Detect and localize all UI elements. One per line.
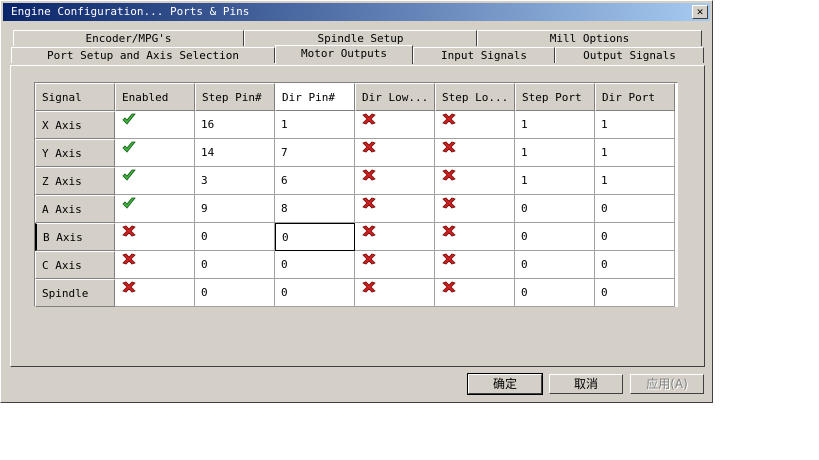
title-bar[interactable]: Engine Configuration... Ports & Pins ✕ (3, 3, 710, 21)
row-header-c-axis[interactable]: C Axis (35, 251, 115, 279)
grid-cell-step-port[interactable]: 0 (515, 223, 595, 251)
row-header-a-axis[interactable]: A Axis (35, 195, 115, 223)
cross-icon[interactable] (355, 111, 435, 139)
tab-encoder-mpgs[interactable]: Encoder/MPG's (13, 30, 244, 46)
grid-cell-step-port[interactable]: 1 (515, 111, 595, 139)
grid-cell-dir-pin[interactable]: 0 (275, 223, 355, 251)
tab-mill-options[interactable]: Mill Options (477, 30, 702, 46)
cross-icon[interactable] (435, 223, 515, 251)
grid-cell-dir-port[interactable]: 0 (595, 195, 675, 223)
cross-icon[interactable] (355, 251, 435, 279)
row-header-y-axis[interactable]: Y Axis (35, 139, 115, 167)
row-header-b-axis[interactable]: B Axis (35, 223, 115, 251)
grid-cell-step-pin[interactable]: 0 (195, 279, 275, 307)
tab-motor-outputs[interactable]: Motor Outputs (275, 45, 413, 64)
apply-button[interactable]: 应用(A) (630, 374, 704, 394)
grid-cell-step-port[interactable]: 0 (515, 251, 595, 279)
column-header-step-low[interactable]: Step Lo... (435, 83, 515, 111)
grid-cell-dir-port[interactable]: 0 (595, 251, 675, 279)
cross-icon[interactable] (355, 195, 435, 223)
checkmark-icon[interactable] (115, 139, 195, 167)
grid-cell-step-pin[interactable]: 3 (195, 167, 275, 195)
ok-button[interactable]: 确定 (467, 373, 543, 395)
cross-icon[interactable] (435, 167, 515, 195)
grid-cell-step-pin[interactable]: 0 (195, 251, 275, 279)
grid-cell-step-port[interactable]: 1 (515, 139, 595, 167)
column-header-signal[interactable]: Signal (35, 83, 115, 111)
cross-icon[interactable] (355, 167, 435, 195)
row-header-z-axis[interactable]: Z Axis (35, 167, 115, 195)
cross-icon[interactable] (435, 139, 515, 167)
column-header-dir-low[interactable]: Dir Low... (355, 83, 435, 111)
cross-icon[interactable] (435, 111, 515, 139)
grid-cell-step-pin[interactable]: 0 (195, 223, 275, 251)
cross-icon[interactable] (435, 279, 515, 307)
motor-outputs-grid: Signal Enabled Step Pin# Dir Pin# Dir Low...… (34, 82, 678, 307)
tab-output-signals[interactable]: Output Signals (555, 47, 704, 63)
grid-cell-step-pin[interactable]: 16 (195, 111, 275, 139)
cross-icon[interactable] (115, 279, 195, 307)
column-header-dir-pin[interactable]: Dir Pin# (275, 83, 355, 111)
grid-cell-dir-pin[interactable]: 6 (275, 167, 355, 195)
grid-cell-dir-port[interactable]: 0 (595, 279, 675, 307)
grid-cell-dir-pin[interactable]: 8 (275, 195, 355, 223)
column-header-step-port[interactable]: Step Port (515, 83, 595, 111)
close-icon[interactable]: ✕ (692, 5, 708, 19)
column-header-step-pin[interactable]: Step Pin# (195, 83, 275, 111)
tab-spindle-setup[interactable]: Spindle Setup (244, 30, 477, 46)
grid-cell-dir-port[interactable]: 1 (595, 111, 675, 139)
grid-cell-dir-port[interactable]: 0 (595, 223, 675, 251)
grid-cell-dir-pin[interactable]: 0 (275, 279, 355, 307)
grid-cell-step-port[interactable]: 0 (515, 195, 595, 223)
tab-port-setup[interactable]: Port Setup and Axis Selection (11, 47, 275, 63)
grid-cell-dir-pin[interactable]: 7 (275, 139, 355, 167)
grid-cell-step-pin[interactable]: 14 (195, 139, 275, 167)
cancel-button[interactable]: 取消 (549, 374, 623, 394)
window-title: Engine Configuration... Ports & Pins (11, 5, 250, 18)
column-header-enabled[interactable]: Enabled (115, 83, 195, 111)
checkmark-icon[interactable] (115, 167, 195, 195)
grid-cell-dir-pin[interactable]: 1 (275, 111, 355, 139)
engine-configuration-dialog: Engine Configuration... Ports & Pins ✕ E… (0, 0, 713, 403)
grid-cell-step-pin[interactable]: 9 (195, 195, 275, 223)
row-header-spindle[interactable]: Spindle (35, 279, 115, 307)
row-header-x-axis[interactable]: X Axis (35, 111, 115, 139)
grid-cell-dir-port[interactable]: 1 (595, 167, 675, 195)
cross-icon[interactable] (435, 251, 515, 279)
cross-icon[interactable] (115, 223, 195, 251)
checkmark-icon[interactable] (115, 111, 195, 139)
cross-icon[interactable] (355, 139, 435, 167)
grid-cell-dir-pin[interactable]: 0 (275, 251, 355, 279)
cross-icon[interactable] (355, 223, 435, 251)
grid-cell-step-port[interactable]: 0 (515, 279, 595, 307)
tab-input-signals[interactable]: Input Signals (413, 47, 555, 63)
checkmark-icon[interactable] (115, 195, 195, 223)
grid-cell-step-port[interactable]: 1 (515, 167, 595, 195)
column-header-dir-port[interactable]: Dir Port (595, 83, 675, 111)
cross-icon[interactable] (435, 195, 515, 223)
cross-icon[interactable] (355, 279, 435, 307)
cross-icon[interactable] (115, 251, 195, 279)
grid-cell-dir-port[interactable]: 1 (595, 139, 675, 167)
